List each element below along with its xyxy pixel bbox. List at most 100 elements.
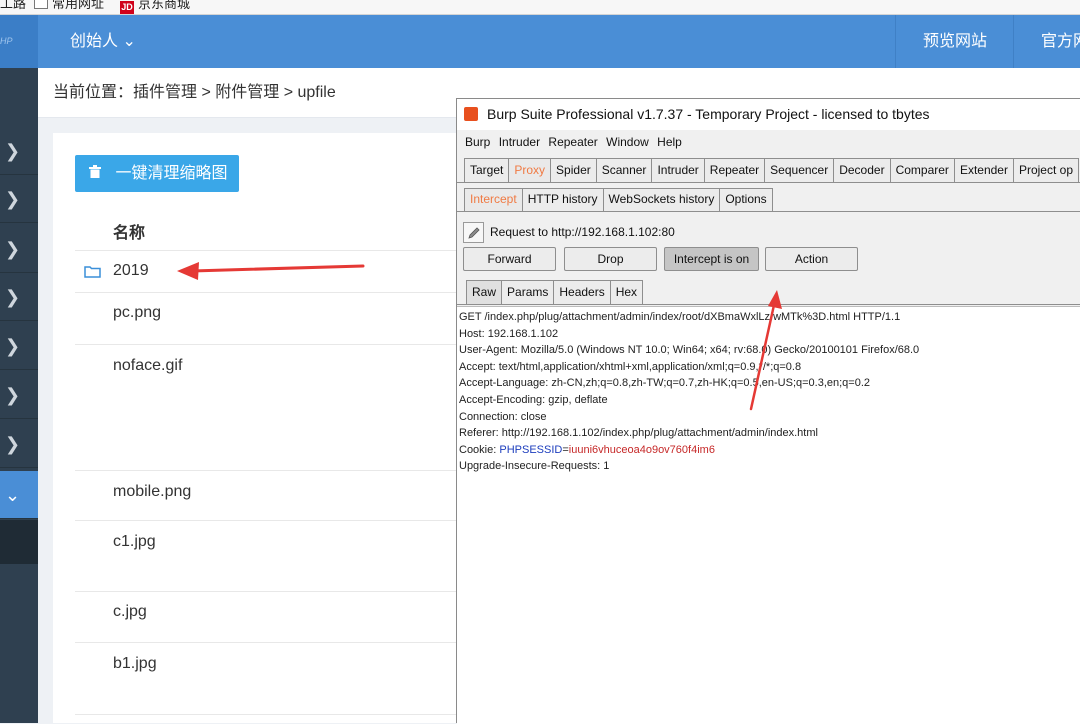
drop-button[interactable]: Drop [564, 247, 657, 271]
trash-icon [89, 165, 105, 182]
tab-websockets-history[interactable]: WebSockets history [602, 188, 721, 211]
cookie-key: PHPSESSID [499, 443, 563, 456]
tab-target[interactable]: Target [464, 158, 510, 182]
tab-extender[interactable]: Extender [953, 158, 1014, 182]
header-line: Host: 192.168.1.102 [459, 327, 559, 340]
bookmarks-bar: 工路 常用网址 JD 京东商城 [0, 0, 1080, 15]
sidebar-toggle[interactable]: ❯ [0, 420, 38, 468]
tab-proxy[interactable]: Proxy [508, 158, 552, 182]
cookie-value: iuuni6vhuceoa4o9ov760f4im6 [568, 443, 715, 456]
table-row[interactable]: pc.png [75, 292, 495, 344]
menu-help[interactable]: Help [657, 135, 682, 149]
burp-logo-icon [464, 107, 478, 121]
preview-site-link[interactable]: 预览网站 [895, 15, 1013, 68]
header-line: Accept-Encoding: gzip, deflate [459, 393, 608, 406]
header-line: Connection: close [459, 410, 547, 423]
file-name[interactable]: noface.gif [113, 357, 182, 375]
sidebar: ❯ ❯ ❯ ❯ ❯ ❯ ❯ ⌄ [0, 68, 38, 723]
burp-titlebar: Burp Suite Professional v1.7.37 - Tempor… [457, 99, 1080, 130]
user-menu[interactable]: 创始人 ⌄ [70, 15, 136, 68]
bookmark-common-sites[interactable]: 常用网址 [34, 0, 104, 13]
tab-scanner[interactable]: Scanner [595, 158, 653, 182]
site-logo: HP [0, 15, 38, 68]
tab-divider [457, 182, 1080, 183]
burp-window: Burp Suite Professional v1.7.37 - Tempor… [456, 98, 1080, 724]
message-view-tabs: Raw Params Headers Hex [466, 280, 644, 304]
chevron-right-icon: ❯ [5, 336, 21, 356]
table-row[interactable]: mobile.png [75, 470, 495, 520]
tab-divider [457, 304, 1080, 305]
sidebar-toggle[interactable]: ❯ [0, 225, 38, 273]
chevron-right-icon: ❯ [5, 287, 21, 307]
sidebar-toggle[interactable]: ❯ [0, 175, 38, 223]
sidebar-toggle[interactable]: ❯ [0, 127, 38, 175]
clean-thumbnails-button[interactable]: 一键清理缩略图 [75, 155, 239, 192]
tab-project-options[interactable]: Project op [1012, 158, 1079, 182]
pencil-icon [468, 227, 480, 239]
tab-hex[interactable]: Hex [609, 280, 644, 304]
tab-params[interactable]: Params [501, 280, 555, 304]
file-name[interactable]: b1.jpg [113, 655, 157, 673]
chevron-down-icon: ⌄ [122, 33, 136, 50]
chevron-right-icon: ❯ [5, 434, 21, 454]
menu-intruder[interactable]: Intruder [499, 135, 540, 149]
table-row[interactable]: noface.gif [75, 344, 495, 470]
breadcrumb-prefix: 当前位置： [53, 84, 134, 101]
tab-intruder[interactable]: Intruder [651, 158, 705, 182]
tab-repeater[interactable]: Repeater [703, 158, 766, 182]
table-row[interactable]: b1.jpg [75, 642, 495, 714]
file-name[interactable]: c.jpg [113, 603, 147, 621]
tab-http-history[interactable]: HTTP history [521, 188, 604, 211]
tab-spider[interactable]: Spider [550, 158, 597, 182]
header-line: Accept-Language: zh-CN,zh;q=0.8,zh-TW;q=… [459, 377, 871, 390]
burp-menubar: Burp Intruder Repeater Window Help [457, 130, 1080, 154]
tab-options[interactable]: Options [719, 188, 773, 211]
tab-decoder[interactable]: Decoder [833, 158, 891, 182]
chevron-right-icon: ❯ [5, 141, 21, 161]
file-name[interactable]: 2019 [113, 262, 149, 280]
bookmark-jd[interactable]: JD 京东商城 [120, 0, 190, 14]
tab-sequencer[interactable]: Sequencer [764, 158, 835, 182]
chevron-right-icon: ❯ [5, 385, 21, 405]
action-button[interactable]: Action [765, 247, 858, 271]
table-row[interactable]: c1.jpg [75, 520, 495, 591]
file-name[interactable]: c1.jpg [113, 533, 156, 551]
header-line: Accept: text/html,application/xhtml+xml,… [459, 360, 802, 373]
breadcrumb-path[interactable]: 插件管理 > 附件管理 > upfile [133, 84, 336, 101]
menu-repeater[interactable]: Repeater [548, 135, 597, 149]
cookie-line: Cookie: PHPSESSID=iuuni6vhuceoa4o9ov760f… [459, 443, 715, 456]
official-site-link[interactable]: 官方网 [1013, 15, 1080, 68]
chevron-down-icon: ⌄ [5, 485, 21, 505]
sidebar-toggle[interactable]: ❯ [0, 371, 38, 419]
header-line: Upgrade-Insecure-Requests: 1 [459, 460, 610, 473]
tab-comparer[interactable]: Comparer [889, 158, 955, 182]
sidebar-submenu[interactable] [0, 520, 38, 564]
burp-main-tabs: Target Proxy Spider Scanner Intruder Repeater… [464, 158, 1079, 182]
sidebar-toggle[interactable]: ❯ [0, 322, 38, 370]
request-target: Request to http://192.168.1.102:80 [463, 221, 675, 244]
forward-button[interactable]: Forward [463, 247, 556, 271]
chevron-right-icon: ❯ [5, 239, 21, 259]
bookmark-item[interactable]: 工路 [0, 0, 26, 13]
file-name[interactable]: mobile.png [113, 483, 191, 501]
file-name[interactable]: pc.png [113, 304, 161, 322]
raw-request-editor[interactable]: GET /index.php/plug/attachment/admin/ind… [457, 306, 1080, 724]
folder-icon [84, 266, 101, 278]
sidebar-toggle-active[interactable]: ⌄ [0, 471, 38, 519]
top-navbar: HP 创始人 ⌄ 预览网站 官方网 [0, 15, 1080, 68]
table-row[interactable]: 2019 [75, 250, 495, 292]
tab-divider [457, 211, 1080, 212]
table-row [75, 714, 495, 723]
jd-logo-icon: JD [120, 1, 134, 14]
edit-request-button[interactable] [463, 222, 484, 244]
menu-burp[interactable]: Burp [465, 135, 490, 149]
menu-window[interactable]: Window [606, 135, 649, 149]
header-line: User-Agent: Mozilla/5.0 (Windows NT 10.0… [459, 344, 920, 357]
intercept-toggle-button[interactable]: Intercept is on [664, 247, 759, 271]
sidebar-toggle[interactable]: ❯ [0, 273, 38, 321]
folder-icon [34, 0, 48, 9]
tab-intercept[interactable]: Intercept [464, 188, 523, 211]
table-row[interactable]: c.jpg [75, 591, 495, 642]
tab-headers[interactable]: Headers [553, 280, 611, 304]
tab-raw[interactable]: Raw [466, 280, 503, 304]
